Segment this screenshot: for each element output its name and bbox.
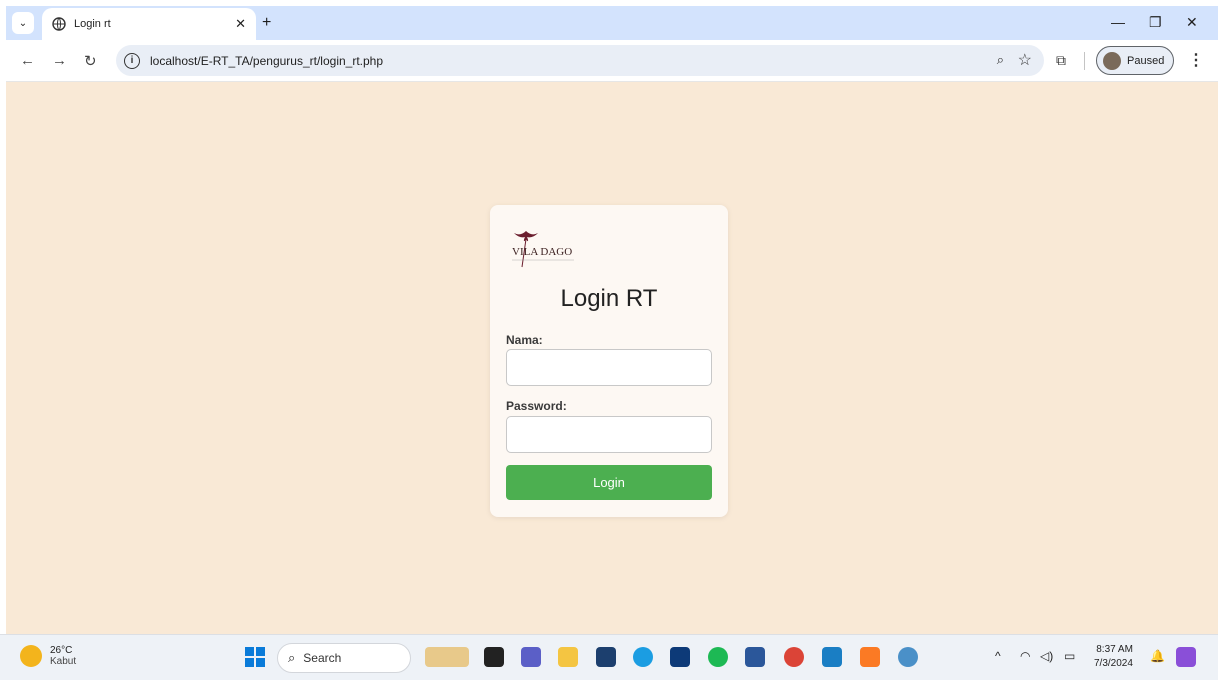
date-text: 7/3/2024 [1094, 658, 1133, 669]
volume-icon[interactable]: ◁) [1040, 649, 1053, 663]
search-label: Search [303, 651, 342, 665]
minimize-icon[interactable]: — [1111, 14, 1125, 30]
edge-icon[interactable] [633, 647, 653, 667]
name-label: Nama: [506, 333, 543, 347]
name-field[interactable] [506, 349, 712, 386]
battery-icon[interactable]: ▭ [1064, 649, 1075, 663]
site-info-icon[interactable]: i [124, 52, 140, 69]
toolbar-divider [1084, 52, 1085, 70]
weather-widget[interactable]: 26°C Kabut [20, 645, 76, 667]
active-tab[interactable]: Login rt ✕ [42, 8, 256, 40]
tab-strip: ⌄ Login rt ✕ + — ❐ ✕ [6, 6, 1218, 40]
mail-icon[interactable] [670, 647, 690, 667]
vila-dago-logo: VILA DAGO [508, 229, 580, 269]
page-title: Login RT [560, 285, 658, 312]
zoom-icon[interactable]: ⌕ [997, 52, 1004, 68]
notification-bell-icon[interactable]: 🔔 [1150, 649, 1165, 663]
windows-taskbar: 26°C Kabut ⌕ Search ^ ◠ ◁) ▭ 8:37 AM 7/3… [0, 634, 1218, 680]
weather-icon [20, 645, 42, 667]
widgets-icon[interactable] [425, 647, 469, 667]
weather-temp: 26°C [50, 645, 73, 656]
file-explorer-icon[interactable] [558, 647, 578, 667]
password-field[interactable] [506, 416, 712, 453]
back-icon[interactable]: ← [20, 52, 35, 69]
tab-close-icon[interactable]: ✕ [235, 16, 246, 32]
menu-icon[interactable]: ⋮ [1188, 50, 1204, 70]
weather-desc: Kabut [50, 656, 77, 667]
profile-button[interactable]: Paused [1096, 46, 1174, 75]
login-card: VILA DAGO Login RT Nama: Password: Login [490, 205, 728, 517]
word-icon[interactable] [745, 647, 765, 667]
teams-icon[interactable] [521, 647, 541, 667]
app-icon[interactable] [898, 647, 918, 667]
chevron-up-icon[interactable]: ^ [995, 649, 1001, 663]
bookmark-star-icon[interactable]: ☆ [1018, 50, 1032, 70]
store-icon[interactable] [596, 647, 616, 667]
browser-window: ⌄ Login rt ✕ + — ❐ ✕ ← → ↻ i localhost/E… [6, 6, 1218, 680]
url-text[interactable]: localhost/E-RT_TA/pengurus_rt/login_rt.p… [150, 54, 383, 68]
close-window-icon[interactable]: ✕ [1186, 14, 1198, 31]
extensions-icon[interactable]: ⧉ [1056, 52, 1066, 69]
page-content: VILA DAGO Login RT Nama: Password: Login [6, 82, 1218, 640]
tab-title: Login rt [74, 18, 111, 30]
reload-icon[interactable]: ↻ [84, 52, 97, 70]
vscode-icon[interactable] [822, 647, 842, 667]
restore-icon[interactable]: ❐ [1149, 14, 1162, 31]
new-tab-button[interactable]: + [262, 14, 271, 32]
taskbar-search[interactable]: ⌕ Search [277, 643, 411, 673]
clock[interactable]: 8:37 AM 7/3/2024 [1094, 643, 1133, 671]
browser-toolbar: ← → ↻ i localhost/E-RT_TA/pengurus_rt/lo… [6, 40, 1218, 82]
time-text: 8:37 AM [1096, 644, 1133, 655]
xampp-icon[interactable] [860, 647, 880, 667]
login-button[interactable]: Login [506, 465, 712, 500]
spotify-icon[interactable] [708, 647, 728, 667]
profile-status: Paused [1127, 54, 1165, 67]
task-view-icon[interactable] [484, 647, 504, 667]
tab-search-button[interactable]: ⌄ [12, 12, 34, 34]
address-bar[interactable]: i localhost/E-RT_TA/pengurus_rt/login_rt… [116, 45, 1044, 76]
chrome-icon[interactable] [784, 647, 804, 667]
copilot-icon[interactable] [1176, 647, 1196, 667]
logo-text: VILA DAGO [512, 246, 572, 258]
wifi-icon[interactable]: ◠ [1020, 649, 1030, 663]
avatar [1103, 51, 1121, 70]
search-icon: ⌕ [288, 650, 296, 665]
windows-start-icon[interactable] [245, 647, 265, 667]
globe-icon [52, 17, 66, 31]
forward-icon[interactable]: → [52, 52, 67, 69]
password-label: Password: [506, 399, 567, 413]
